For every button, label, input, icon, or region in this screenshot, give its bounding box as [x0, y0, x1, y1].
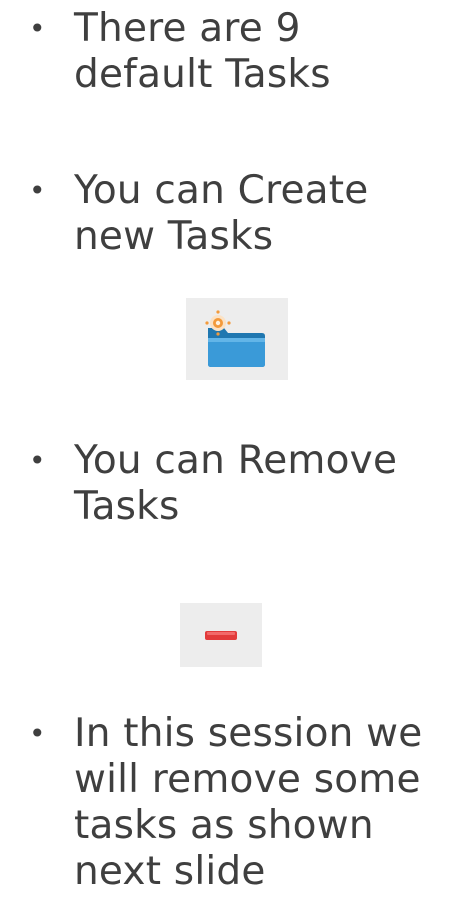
- bullet-line: You can Create: [74, 168, 369, 213]
- bullet-line: You can Remove: [74, 438, 398, 483]
- bullet-marker: •: [29, 174, 46, 207]
- remove-minus-icon: [205, 631, 237, 640]
- bullet-line: Tasks: [74, 484, 180, 529]
- bullet-text: You can Create new Tasks: [74, 168, 459, 260]
- bullet-line: will remove some: [74, 757, 421, 802]
- new-task-icon-box: [186, 298, 288, 380]
- bullet-line: In this session we: [74, 711, 423, 756]
- bullet-text: You can Remove Tasks: [74, 438, 459, 530]
- bullet-text: There are 9 default Tasks: [74, 6, 459, 98]
- bullet-line: next slide: [74, 849, 266, 894]
- bullet-line: new Tasks: [74, 214, 274, 259]
- bullet-marker: •: [29, 444, 46, 477]
- bullet-line: default Tasks: [74, 52, 331, 97]
- bullet-text: In this session we will remove some task…: [74, 711, 459, 895]
- bullet-marker: •: [29, 12, 46, 45]
- bullet-line: There are 9: [74, 6, 301, 51]
- remove-task-icon-box: [180, 603, 262, 667]
- bullet-marker: •: [29, 717, 46, 750]
- new-task-folder-icon: [205, 310, 265, 367]
- bullet-line: tasks as shown: [74, 803, 374, 848]
